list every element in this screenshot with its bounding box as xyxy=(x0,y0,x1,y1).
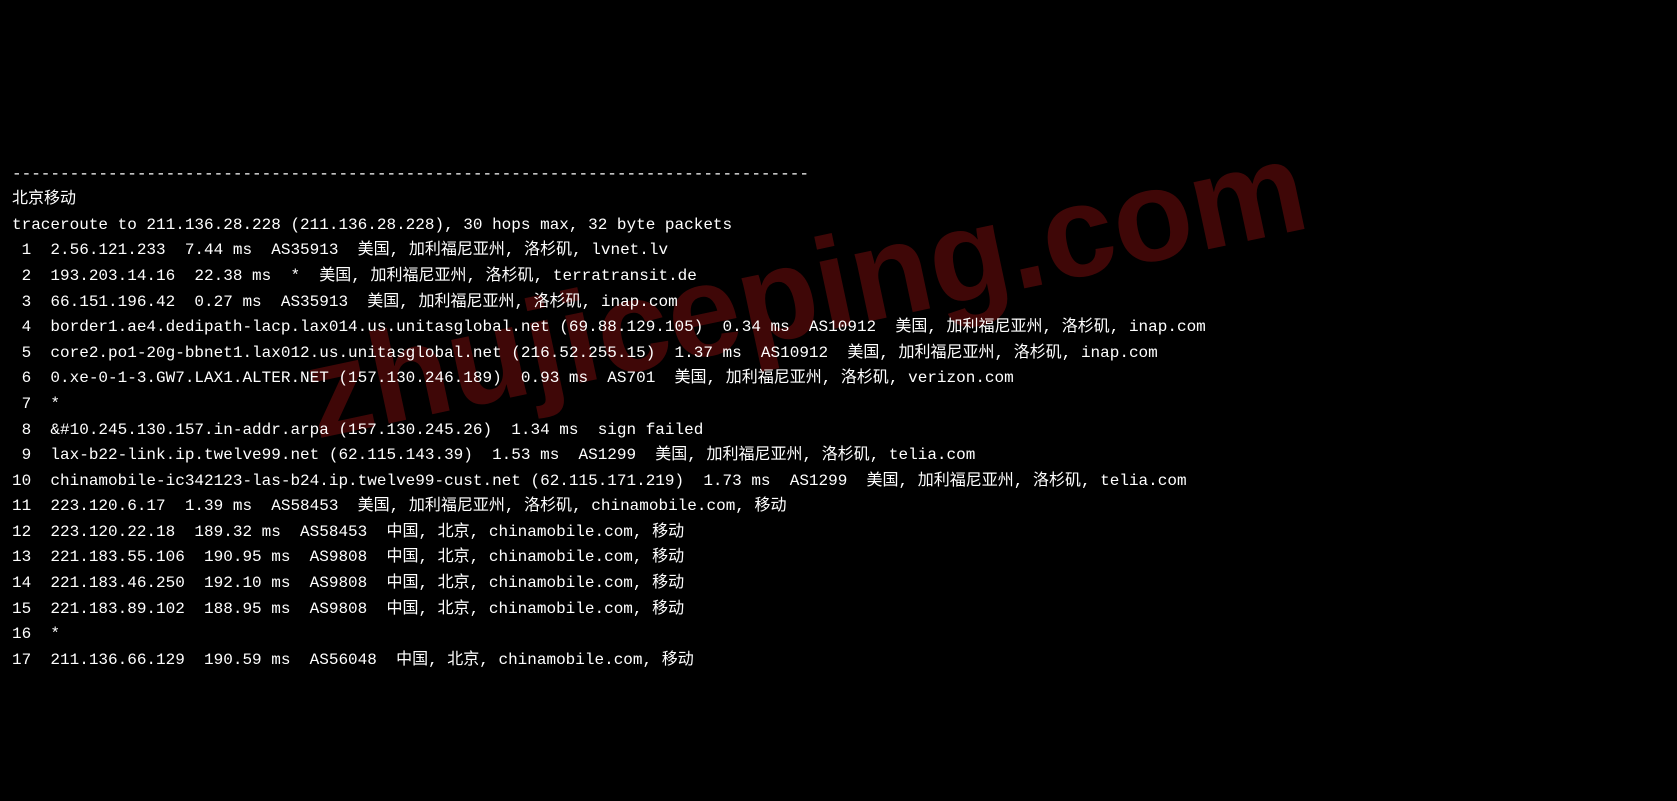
hop-line: 8 &#10.245.130.157.in-addr.arpa (157.130… xyxy=(12,421,703,439)
section-title: 北京移动 xyxy=(12,190,76,208)
hop-line: 13 221.183.55.106 190.95 ms AS9808 中国, 北… xyxy=(12,548,684,566)
hop-line: 17 211.136.66.129 190.59 ms AS56048 中国, … xyxy=(12,651,694,669)
hop-line: 11 223.120.6.17 1.39 ms AS58453 美国, 加利福尼… xyxy=(12,497,787,515)
hop-line: 15 221.183.89.102 188.95 ms AS9808 中国, 北… xyxy=(12,600,684,618)
traceroute-header: traceroute to 211.136.28.228 (211.136.28… xyxy=(12,216,732,234)
hop-line: 16 * xyxy=(12,625,60,643)
hop-line: 4 border1.ae4.dedipath-lacp.lax014.us.un… xyxy=(12,318,1206,336)
hop-line: 3 66.151.196.42 0.27 ms AS35913 美国, 加利福尼… xyxy=(12,293,678,311)
separator-line: ----------------------------------------… xyxy=(12,165,809,183)
hop-line: 1 2.56.121.233 7.44 ms AS35913 美国, 加利福尼亚… xyxy=(12,241,668,259)
hop-line: 6 0.xe-0-1-3.GW7.LAX1.ALTER.NET (157.130… xyxy=(12,369,1014,387)
hop-line: 9 lax-b22-link.ip.twelve99.net (62.115.1… xyxy=(12,446,975,464)
hop-line: 12 223.120.22.18 189.32 ms AS58453 中国, 北… xyxy=(12,523,684,541)
terminal-output: ----------------------------------------… xyxy=(12,162,1677,674)
hop-line: 5 core2.po1-20g-bbnet1.lax012.us.unitasg… xyxy=(12,344,1158,362)
hop-line: 7 * xyxy=(12,395,60,413)
hop-line: 10 chinamobile-ic342123-las-b24.ip.twelv… xyxy=(12,472,1187,490)
hop-line: 2 193.203.14.16 22.38 ms * 美国, 加利福尼亚州, 洛… xyxy=(12,267,697,285)
